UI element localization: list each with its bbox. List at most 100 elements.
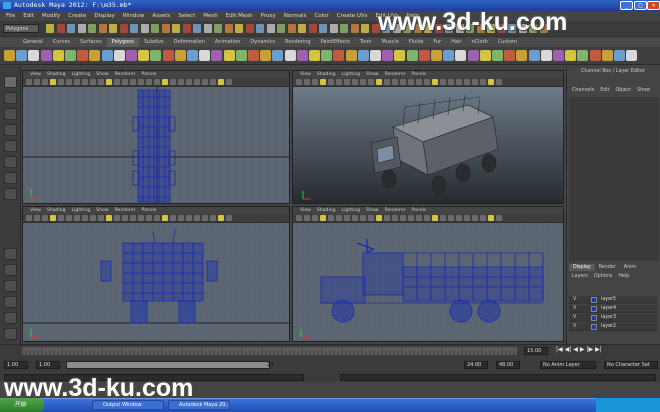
viewport-tool-icon[interactable] [90, 215, 96, 221]
status-tool-icon[interactable] [340, 24, 348, 33]
viewport-tool-icon[interactable] [138, 79, 144, 85]
status-tool-icon[interactable] [172, 24, 180, 33]
viewport-tool-icon[interactable] [352, 79, 358, 85]
viewport-tool-icon[interactable] [194, 79, 200, 85]
viewport-tool-icon[interactable] [392, 215, 398, 221]
playback-end-field[interactable]: 24.00 [464, 361, 488, 369]
visibility-toggle[interactable]: V [573, 305, 576, 313]
viewport-tool-icon[interactable] [312, 79, 318, 85]
shelf-tool-icon[interactable] [455, 50, 467, 61]
shelf-tab-deformation[interactable]: Deformation [169, 38, 210, 47]
viewport-tool-icon[interactable] [384, 79, 390, 85]
viewport-tool-icon[interactable] [432, 79, 438, 85]
shelf-tool-icon[interactable] [52, 50, 64, 61]
maximize-button[interactable]: □ [634, 1, 647, 10]
viewport-tool-icon[interactable] [320, 79, 326, 85]
layout-two-icon[interactable] [4, 280, 17, 292]
viewport-tool-icon[interactable] [376, 79, 382, 85]
vp-menu-lighting[interactable]: Lighting [339, 71, 364, 78]
shelf-tab-curves[interactable]: Curves [48, 38, 75, 47]
shelf-tab-animation[interactable]: Animation [210, 38, 246, 47]
viewport-tool-icon[interactable] [26, 215, 32, 221]
layout-outliner-icon[interactable] [4, 296, 17, 308]
shelf-tool-icon[interactable] [272, 50, 284, 61]
layout-single-icon[interactable] [4, 248, 17, 260]
scale-tool-icon[interactable] [4, 156, 17, 168]
task-maya[interactable]: Autodesk Maya 20... [168, 400, 230, 410]
viewport-tool-icon[interactable] [202, 215, 208, 221]
shelf-tab-custom[interactable]: Custom [493, 38, 522, 47]
anim-layer-dropdown[interactable]: No Anim Layer [540, 361, 596, 369]
cb-menu-show[interactable]: Show [634, 88, 653, 93]
status-tool-icon[interactable] [350, 24, 359, 33]
viewport-tool-icon[interactable] [34, 79, 40, 85]
shelf-tool-icon[interactable] [40, 50, 52, 61]
viewport-tool-icon[interactable] [360, 215, 366, 221]
vp-menu-lighting[interactable]: Lighting [69, 71, 94, 78]
shelf-tool-icon[interactable] [565, 50, 577, 61]
viewport-tool-icon[interactable] [424, 215, 430, 221]
character-set-dropdown[interactable]: No Character Set [604, 361, 658, 369]
viewport-tool-icon[interactable] [98, 215, 104, 221]
viewport-tool-icon[interactable] [34, 215, 40, 221]
cb-menu-edit[interactable]: Edit [597, 88, 612, 93]
shelf-tool-icon[interactable] [345, 50, 357, 61]
status-tool-icon[interactable] [56, 24, 65, 33]
status-tool-icon[interactable] [235, 24, 243, 33]
viewport-tool-icon[interactable] [114, 79, 120, 85]
viewport-tool-icon[interactable] [320, 215, 326, 221]
viewport-tool-icon[interactable] [114, 215, 120, 221]
viewport-tool-icon[interactable] [98, 79, 104, 85]
status-tool-icon[interactable] [109, 24, 117, 33]
viewport-tool-icon[interactable] [26, 79, 32, 85]
minimize-button[interactable]: _ [620, 1, 633, 10]
shelf-tab-painteffects[interactable]: PaintEffects [316, 38, 355, 47]
shelf-tool-icon[interactable] [479, 50, 491, 61]
shelf-tool-icon[interactable] [601, 50, 613, 61]
viewport-tool-icon[interactable] [146, 79, 152, 85]
lasso-tool-icon[interactable] [4, 92, 17, 104]
viewport-tool-icon[interactable] [146, 215, 152, 221]
viewport-tool-icon[interactable] [154, 79, 160, 85]
menu-window[interactable]: Window [119, 13, 149, 19]
layer-menu-options[interactable]: Options [591, 274, 616, 279]
status-tool-icon[interactable] [361, 24, 369, 33]
viewport-tool-icon[interactable] [58, 215, 64, 221]
shelf-tool-icon[interactable] [431, 50, 442, 61]
viewport-tool-icon[interactable] [328, 79, 334, 85]
shelf-tool-icon[interactable] [89, 50, 101, 61]
shelf-tab-fur[interactable]: Fur [428, 38, 446, 47]
menu-modify[interactable]: Modify [38, 13, 64, 19]
shelf-tool-icon[interactable] [162, 50, 174, 61]
viewport-tool-icon[interactable] [58, 79, 64, 85]
shelf-tool-icon[interactable] [418, 50, 430, 61]
shelf-tool-icon[interactable] [4, 50, 15, 61]
shelf-tool-icon[interactable] [309, 50, 320, 61]
select-tool-icon[interactable] [4, 76, 17, 88]
shelf-tool-icon[interactable] [187, 50, 198, 61]
visibility-toggle[interactable]: V [573, 296, 576, 304]
shelf-tool-icon[interactable] [333, 50, 345, 61]
status-tool-icon[interactable] [256, 24, 264, 33]
shelf-tool-icon[interactable] [467, 50, 479, 61]
playback-start-field[interactable]: 1.00 [36, 361, 60, 369]
vp-menu-renderer[interactable]: Renderer [382, 207, 409, 214]
viewport-tool-icon[interactable] [400, 215, 406, 221]
shelf-tool-icon[interactable] [126, 50, 137, 61]
shelf-tool-icon[interactable] [223, 50, 235, 61]
shelf-tool-icon[interactable] [589, 50, 601, 61]
viewport-tool-icon[interactable] [464, 79, 470, 85]
status-tool-icon[interactable] [329, 24, 338, 33]
last-tool-icon[interactable] [4, 188, 17, 200]
shelf-tool-icon[interactable] [540, 50, 552, 61]
viewport-tool-icon[interactable] [296, 79, 302, 85]
viewport-tool-icon[interactable] [432, 215, 438, 221]
viewport-tool-icon[interactable] [456, 79, 462, 85]
viewport-tool-icon[interactable] [138, 215, 144, 221]
viewport-tool-icon[interactable] [496, 79, 502, 85]
shelf-tool-icon[interactable] [211, 50, 223, 61]
shelf-tool-icon[interactable] [296, 50, 308, 61]
status-tool-icon[interactable] [308, 24, 317, 33]
vp-menu-shading[interactable]: Shading [314, 71, 339, 78]
tab-anim[interactable]: Anim [620, 264, 640, 271]
